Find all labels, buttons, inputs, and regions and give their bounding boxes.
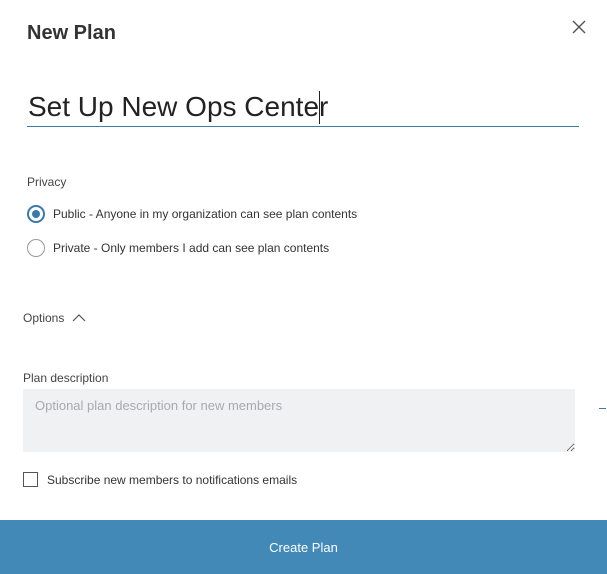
public-option-label: Public - Anyone in my organization can s…	[53, 207, 358, 221]
subscribe-checkbox[interactable]	[23, 472, 38, 487]
new-plan-dialog: New Plan Privacy Public - Anyone in my o…	[0, 0, 607, 574]
subscribe-label: Subscribe new members to notifications e…	[47, 472, 298, 487]
privacy-option-public[interactable]: Public - Anyone in my organization can s…	[27, 205, 357, 223]
plan-description-label: Plan description	[23, 371, 109, 385]
private-radio[interactable]	[27, 239, 45, 257]
privacy-option-private[interactable]: Private - Only members I add can see pla…	[27, 239, 329, 257]
public-radio[interactable]	[27, 205, 45, 223]
create-plan-button[interactable]: Create Plan	[0, 520, 607, 574]
side-scroll-indicator	[599, 408, 606, 409]
options-label: Options	[23, 311, 65, 325]
dialog-title: New Plan	[27, 22, 116, 44]
subscribe-option[interactable]: Subscribe new members to notifications e…	[23, 472, 297, 487]
plan-name-input[interactable]	[27, 88, 579, 127]
close-icon	[572, 20, 586, 34]
plan-description-input[interactable]	[23, 389, 575, 452]
options-toggle[interactable]: Options	[23, 311, 86, 325]
private-option-label: Private - Only members I add can see pla…	[53, 241, 330, 255]
chevron-up-icon	[72, 314, 86, 322]
text-caret	[319, 91, 320, 124]
close-button[interactable]	[567, 15, 591, 39]
privacy-label: Privacy	[27, 175, 67, 189]
